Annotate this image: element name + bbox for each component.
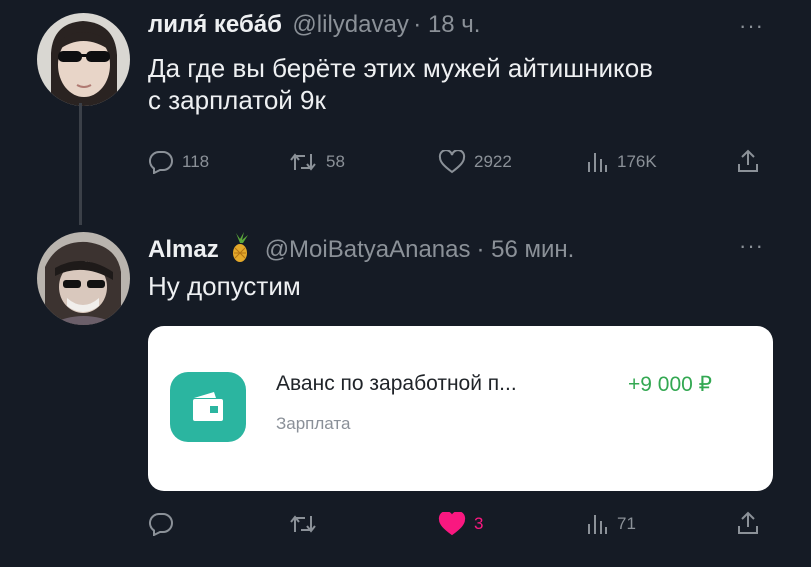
heart-icon — [438, 512, 466, 536]
payment-subtitle: Зарплата — [276, 414, 351, 433]
tweet1-reply-count: 118 — [182, 152, 210, 171]
tweet1-like-button[interactable]: 2922 — [438, 150, 512, 174]
tweet2-reply-button[interactable] — [148, 512, 182, 536]
views-icon — [588, 153, 607, 172]
wallet-icon — [170, 372, 246, 442]
heart-icon — [438, 150, 466, 174]
reply-icon — [148, 512, 173, 536]
tweet2-like-count: 3 — [474, 514, 484, 533]
tweet2-header: Almaz @MoiBatyaAnanas · 56 мин. — [148, 231, 574, 268]
tweet1-like-count: 2922 — [474, 152, 512, 171]
payment-amount: +9 000 ₽ — [628, 373, 713, 396]
tweet1-retweet-count: 58 — [326, 152, 345, 171]
thread-line — [79, 103, 82, 225]
tweet1-more-icon[interactable]: ··· — [739, 13, 764, 39]
reply-icon — [148, 150, 173, 174]
tweet1-views-count: 176K — [617, 152, 657, 171]
pineapple-icon — [229, 231, 251, 268]
share-icon — [738, 149, 758, 172]
views-icon — [588, 515, 607, 534]
retweet-icon — [290, 153, 316, 171]
retweet-icon — [290, 515, 316, 533]
tweet2-like-button[interactable]: 3 — [438, 512, 483, 536]
tweet2-share-button[interactable] — [736, 510, 760, 536]
tweet2-retweet-button[interactable] — [288, 512, 326, 536]
tweet1-header: лиля́ кеба́б @lilydavay · 18 ч. — [148, 11, 480, 39]
tweet1-handle[interactable]: @lilydavay — [292, 11, 408, 38]
tweet1-text-line1: Да где вы берёте этих мужей айтишников — [148, 53, 653, 83]
payment-title: Аванс по заработной п... — [276, 372, 517, 395]
tweet2-text: Ну допустим — [148, 271, 301, 301]
tweet2-more-icon[interactable]: ··· — [739, 233, 764, 259]
tweet2-handle[interactable]: @MoiBatyaAnanas — [265, 236, 471, 264]
tweet1-time[interactable]: · 18 ч. — [413, 11, 480, 38]
tweet2-display-name[interactable]: Almaz — [148, 236, 219, 264]
tweet2-time[interactable]: · 56 мин. — [477, 236, 575, 264]
tweet1-display-name[interactable]: лиля́ кеба́б — [148, 11, 282, 38]
share-icon — [738, 511, 758, 534]
tweet1-retweet-button[interactable]: 58 — [288, 150, 345, 174]
tweet2-views-count: 71 — [617, 514, 636, 533]
avatar-lilya[interactable] — [37, 13, 130, 106]
tweet1-text: Да где вы берёте этих мужей айтишников с… — [148, 52, 798, 116]
tweet1-share-button[interactable] — [736, 148, 760, 174]
tweet1-views-button[interactable]: 176K — [585, 150, 657, 174]
tweet1-text-line2: с зарплатой 9к — [148, 85, 326, 115]
tweet2-views-button[interactable]: 71 — [585, 512, 636, 536]
tweet1-reply-button[interactable]: 118 — [148, 150, 209, 174]
avatar-almaz[interactable] — [37, 232, 130, 325]
